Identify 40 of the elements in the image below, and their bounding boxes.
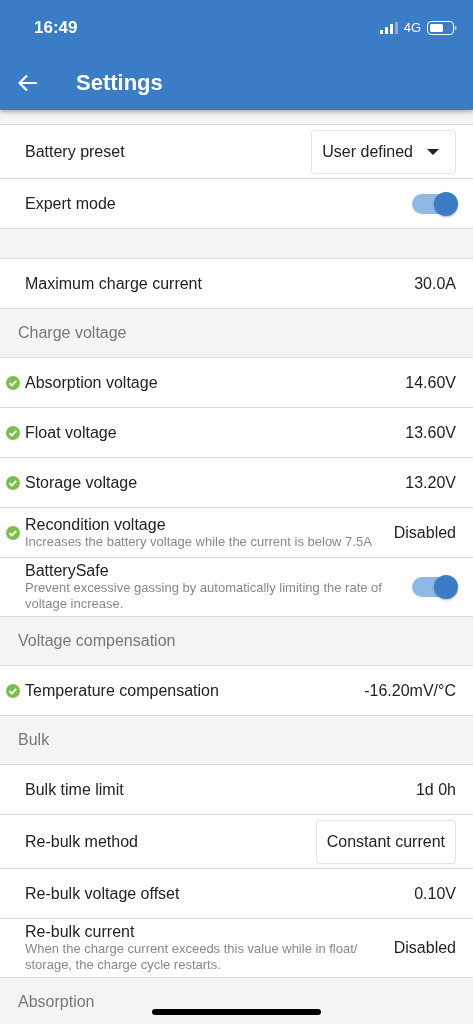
- toggle-switch[interactable]: [412, 577, 456, 597]
- setting-value[interactable]: 13.60V: [405, 423, 456, 442]
- setting-label: Absorption voltage: [25, 373, 159, 392]
- setting-label: BatterySafe: [25, 562, 110, 580]
- setting-label: Maximum charge current: [25, 274, 203, 293]
- setting-label: Bulk time limit: [25, 780, 125, 799]
- setting-value[interactable]: 30.0A: [414, 274, 456, 293]
- status-time: 16:49: [34, 17, 78, 38]
- toggle-switch[interactable]: [412, 193, 456, 214]
- setting-value[interactable]: Disabled: [393, 523, 456, 542]
- setting-description: Prevent excessive gassing by automatically limiting the rate of voltage increase.: [25, 580, 383, 612]
- setting-label: Temperature compensation: [25, 681, 220, 700]
- page-title: Settings: [76, 69, 163, 96]
- setting-label: Float voltage: [25, 423, 118, 442]
- setting-value[interactable]: 1d 0h: [415, 780, 456, 799]
- setting-label: Re-bulk voltage offset: [25, 884, 181, 903]
- network-type: 4G: [403, 20, 421, 35]
- back-arrow-icon[interactable]: [18, 73, 38, 92]
- setting-label: Battery preset: [25, 142, 126, 161]
- setting-description: When the charge current exceeds this value while in float/ storage, the charge cycle restarts.: [25, 941, 359, 973]
- setting-label: Storage voltage: [25, 473, 139, 492]
- setting-label: Recondition voltage: [25, 515, 167, 534]
- setting-value[interactable]: 13.20V: [405, 473, 456, 492]
- setting-label: Expert mode: [25, 194, 117, 213]
- setting-value[interactable]: -16.20mV/°C: [364, 681, 456, 700]
- setting-value[interactable]: 0.10V: [414, 884, 456, 903]
- caret-icon: [427, 148, 439, 155]
- section-header: Voltage compensation: [18, 632, 176, 650]
- setting-description: Increases the battery voltage while the current is below 7.5A: [25, 533, 373, 550]
- setting-label: Re-bulk method: [25, 832, 139, 851]
- setting-label: Re-bulk current: [25, 923, 136, 941]
- preset-dropdown[interactable]: User defined: [311, 129, 456, 174]
- section-header: Bulk: [18, 731, 50, 749]
- section-header: Charge voltage: [18, 324, 127, 342]
- method-button[interactable]: Constant current: [315, 819, 456, 864]
- signal-icon: [379, 21, 398, 34]
- setting-value[interactable]: 14.60V: [405, 373, 456, 392]
- battery-icon: [427, 20, 457, 35]
- setting-value[interactable]: Disabled: [393, 939, 456, 957]
- section-header: Absorption: [18, 993, 95, 1011]
